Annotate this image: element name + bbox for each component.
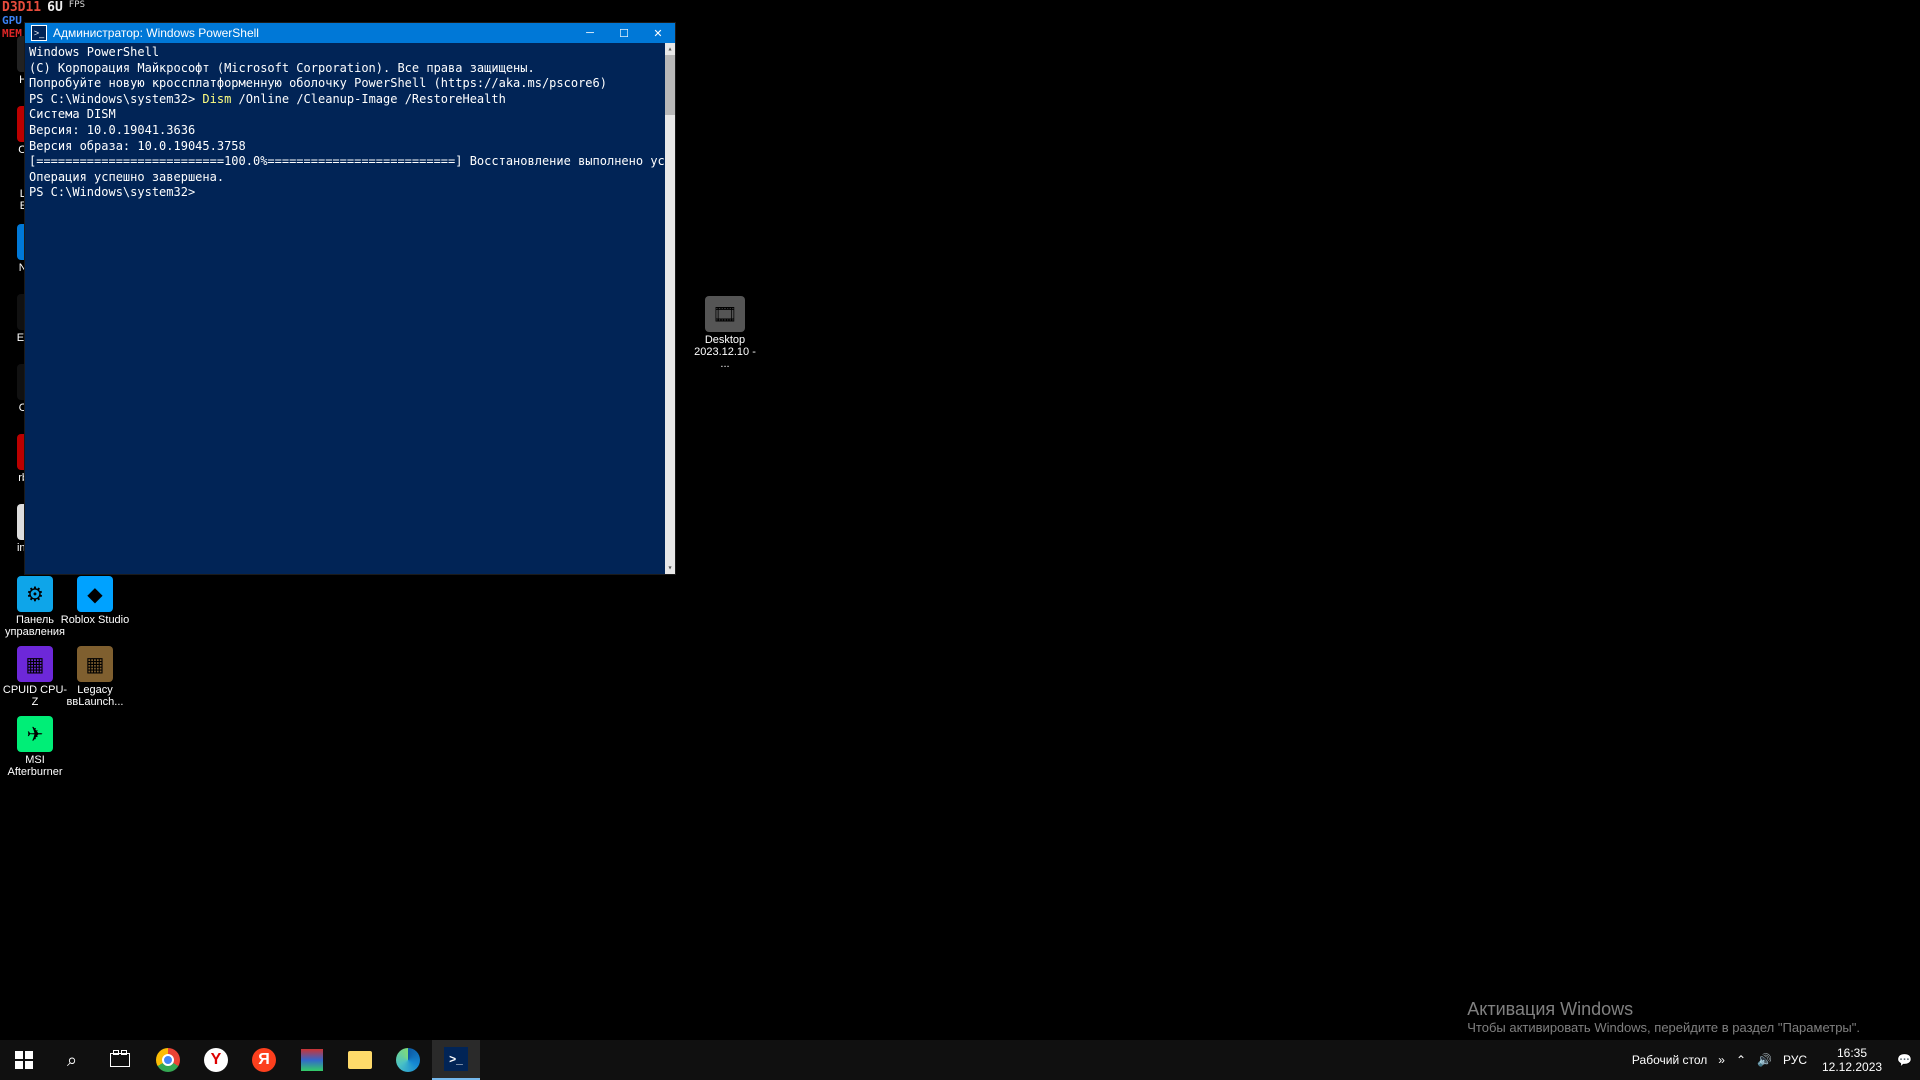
taskbar-app-powershell[interactable]: >_: [432, 1040, 480, 1080]
term-line: Попробуйте новую кроссплатформенную обол…: [29, 76, 671, 92]
desktop-icon-legacy-launcher[interactable]: ▦ Legacy ввLaunch...: [60, 646, 130, 708]
tray-date: 12.12.2023: [1822, 1060, 1882, 1074]
activation-watermark: Активация Windows Чтобы активировать Win…: [1467, 999, 1860, 1035]
tray-volume-icon[interactable]: 🔊: [1753, 1053, 1776, 1067]
desktop-icon-video[interactable]: 🎞 Desktop 2023.12.10 - ...: [690, 296, 760, 370]
taskbar-app-edge[interactable]: [384, 1040, 432, 1080]
taskview-button[interactable]: [96, 1040, 144, 1080]
taskbar-app-yandex-red[interactable]: Я: [240, 1040, 288, 1080]
yandex-red-icon: Я: [252, 1048, 276, 1072]
fps-label: FPS: [69, 0, 85, 15]
terminal-body[interactable]: Windows PowerShell (C) Корпорация Майкро…: [25, 43, 675, 574]
scrollbar-up-icon[interactable]: ▴: [665, 43, 675, 55]
fps-api: D3D11: [2, 0, 41, 15]
taskbar-app-generic[interactable]: [288, 1040, 336, 1080]
desktop-icon-roblox-studio[interactable]: ◆ Roblox Studio: [60, 576, 130, 626]
start-button[interactable]: [0, 1040, 48, 1080]
maximize-button[interactable]: ☐: [607, 23, 641, 43]
edge-icon: [396, 1048, 420, 1072]
taskbar-spacer: [480, 1040, 1628, 1080]
term-line: Версия образа: 10.0.19045.3758: [29, 139, 671, 155]
tray-clock[interactable]: 16:35 12.12.2023: [1814, 1046, 1890, 1075]
windows-icon: [15, 1051, 33, 1069]
titlebar[interactable]: >_ Администратор: Windows PowerShell ─ ☐…: [25, 23, 675, 43]
scrollbar-down-icon[interactable]: ▾: [665, 562, 675, 574]
taskbar-app-chrome[interactable]: [144, 1040, 192, 1080]
chrome-icon: [156, 1048, 180, 1072]
taskbar: ⌕ Y Я >_ Рабочий стол » ⌃ 🔊 РУС 16:35 12…: [0, 1040, 1920, 1080]
term-line: Система DISM: [29, 107, 671, 123]
yandex-icon: Y: [204, 1048, 228, 1072]
taskview-icon: [110, 1053, 130, 1067]
powershell-icon: >_: [444, 1047, 468, 1071]
tray-language[interactable]: РУС: [1779, 1053, 1811, 1067]
fps-value: 6U: [47, 0, 63, 15]
search-button[interactable]: ⌕: [48, 1040, 96, 1080]
term-line: Операция успешно завершена.: [29, 170, 671, 186]
tray-chevron-up-icon[interactable]: ⌃: [1732, 1053, 1750, 1067]
terminal-scrollbar[interactable]: ▴ ▾: [665, 43, 675, 574]
close-button[interactable]: ✕: [641, 23, 675, 43]
app-icon: [301, 1049, 323, 1071]
system-tray: Рабочий стол » ⌃ 🔊 РУС 16:35 12.12.2023 …: [1628, 1040, 1920, 1080]
minimize-button[interactable]: ─: [573, 23, 607, 43]
window-title: Администратор: Windows PowerShell: [53, 26, 573, 40]
tray-overflow[interactable]: »: [1714, 1053, 1729, 1067]
term-prompt-line: PS C:\Windows\system32> Dism /Online /Cl…: [29, 92, 671, 108]
term-line: [==========================100.0%=======…: [29, 154, 671, 170]
taskbar-app-explorer[interactable]: [336, 1040, 384, 1080]
desktop-icon-label: Roblox Studio: [61, 614, 130, 626]
desktop-icon-msi-afterburner[interactable]: ✈ MSI Afterburner: [0, 716, 70, 778]
gpu-label: GPU: [2, 14, 22, 27]
watermark-text: Чтобы активировать Windows, перейдите в …: [1467, 1020, 1860, 1035]
term-line: (C) Корпорация Майкрософт (Microsoft Cor…: [29, 61, 671, 77]
powershell-icon: >_: [31, 25, 47, 41]
term-line: PS C:\Windows\system32>: [29, 185, 671, 201]
desktop-icon-label: Legacy ввLaunch...: [60, 684, 130, 708]
desktop-icon-label: Desktop 2023.12.10 - ...: [690, 334, 760, 370]
powershell-window: >_ Администратор: Windows PowerShell ─ ☐…: [24, 22, 676, 575]
scrollbar-thumb[interactable]: [665, 55, 675, 115]
fps-overlay: D3D11 6U FPS: [2, 0, 85, 15]
tray-desktop-label[interactable]: Рабочий стол: [1628, 1053, 1711, 1067]
folder-icon: [348, 1051, 372, 1069]
tray-time: 16:35: [1822, 1046, 1882, 1060]
term-line: Версия: 10.0.19041.3636: [29, 123, 671, 139]
desktop-icon-label: MSI Afterburner: [0, 754, 70, 778]
tray-action-center-icon[interactable]: 💬: [1893, 1053, 1916, 1067]
search-icon: ⌕: [67, 1050, 77, 1071]
watermark-title: Активация Windows: [1467, 999, 1860, 1020]
taskbar-app-yandex[interactable]: Y: [192, 1040, 240, 1080]
term-line: Windows PowerShell: [29, 45, 671, 61]
